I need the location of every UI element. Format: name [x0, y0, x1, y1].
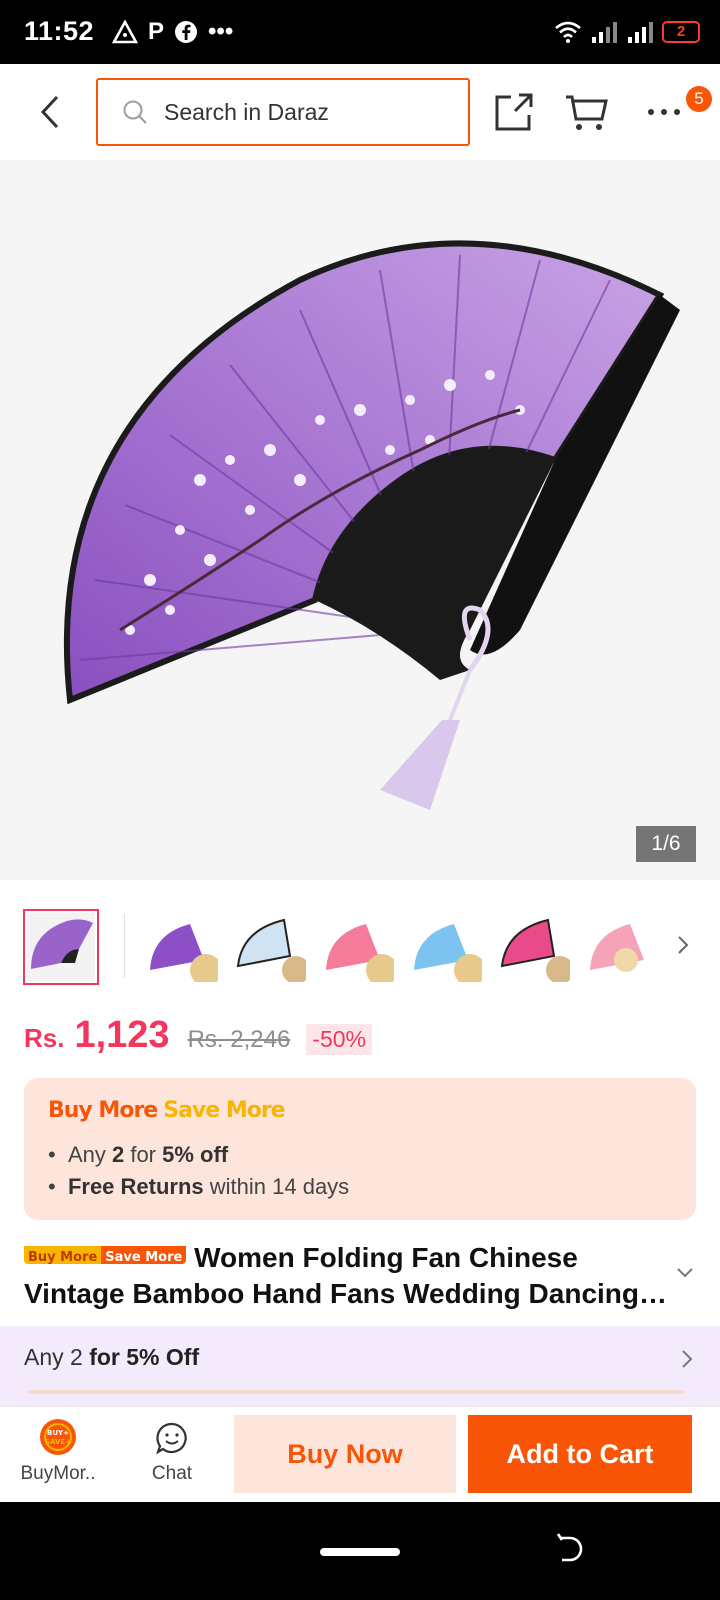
status-time: 11:52: [24, 16, 95, 46]
home-gesture-pill[interactable]: [320, 1548, 400, 1556]
chat-button[interactable]: Chat: [122, 1415, 222, 1495]
battery-indicator: 2: [662, 21, 700, 43]
thumbnail-fan-image: [498, 910, 570, 982]
expand-title-button[interactable]: [676, 1266, 694, 1284]
back-button[interactable]: [28, 86, 72, 138]
thumbnail-strip: [0, 900, 720, 996]
original-price: Rs. 2,246: [187, 1026, 291, 1053]
deal-text-pre: Any 2: [24, 1344, 90, 1370]
discount-badge: -50%: [306, 1024, 372, 1055]
signal-icon-2: [628, 22, 653, 43]
chat-icon: [156, 1422, 187, 1455]
promo-title: Buy More Save More: [48, 1098, 286, 1123]
product-title-row[interactable]: Buy More Save More Women Folding Fan Chin…: [24, 1240, 668, 1320]
search-input[interactable]: Search in Daraz: [96, 78, 470, 146]
thumbnail-item[interactable]: [234, 910, 306, 982]
chevron-right-icon: [682, 1350, 693, 1368]
add-to-cart-button[interactable]: Add to Cart: [468, 1415, 692, 1493]
thumbnail-item[interactable]: [498, 910, 570, 982]
product-title: Buy More Save More Women Folding Fan Chin…: [24, 1240, 668, 1312]
status-bar: 11:52 P ••• 2: [0, 0, 720, 64]
thumbnail-fan-image: [322, 910, 394, 982]
thumbnail-fan-image: [410, 910, 482, 982]
deal-text-bold: for 5% Off: [89, 1344, 200, 1370]
chevron-down-icon: [677, 1268, 693, 1278]
system-navigation-bar: [0, 1502, 720, 1600]
buymore-label: BuyMor..: [20, 1463, 96, 1484]
thumbnail-fan-image: [146, 910, 218, 982]
badge-buy-more: Buy More: [24, 1246, 102, 1264]
status-notification-icons: P •••: [112, 16, 233, 48]
promo-line1-num: 2: [111, 1142, 125, 1167]
facebook-icon: [175, 21, 198, 43]
promo-line-discount: • Any 2 for 5% off: [48, 1142, 229, 1167]
thumbnail-item[interactable]: [23, 909, 99, 985]
deal-progress-line: [28, 1390, 684, 1394]
more-horizontal-icon: [648, 109, 680, 115]
thumbnail-divider: [124, 914, 125, 978]
chevron-left-icon: [40, 95, 59, 129]
search-placeholder: Search in Daraz: [164, 98, 329, 125]
promo-title-buy-more: Buy More: [48, 1098, 158, 1123]
deal-row[interactable]: Any 2 for 5% Off: [0, 1326, 720, 1406]
back-gesture-icon: [556, 1533, 583, 1562]
thumbnail-item[interactable]: [146, 910, 218, 982]
buy-more-promo[interactable]: Buy More Save More • Any 2 for 5% off • F…: [24, 1078, 696, 1220]
promo-line2-rest: within 14 days: [203, 1174, 350, 1199]
price-row: Rs. 1,123 Rs. 2,246 -50%: [24, 1014, 372, 1070]
thumbnail-item[interactable]: [586, 910, 650, 982]
buy-more-save-more-badge: Buy More Save More: [24, 1240, 187, 1264]
chevron-right-icon: [678, 936, 689, 954]
top-header: Search in Daraz: [0, 64, 720, 160]
thumbnail-fan-image: [586, 910, 650, 982]
cart-icon: [566, 95, 608, 130]
product-image[interactable]: [0, 160, 720, 880]
p-app-icon: P: [148, 18, 165, 45]
thumbnail-next-button[interactable]: [676, 934, 690, 961]
more-button[interactable]: [640, 88, 688, 136]
promo-title-save-more: Save More: [163, 1098, 285, 1123]
promo-line1-bold: 5% off: [162, 1142, 229, 1167]
promo-line2-bold: Free Returns: [67, 1174, 204, 1199]
thumbnail-fan-image: [234, 910, 306, 982]
buymore-icon-top: BUY+: [47, 1429, 69, 1437]
promo-line1-mid: for: [124, 1142, 163, 1167]
thumbnail-item[interactable]: [410, 910, 482, 982]
buy-more-save-more-icon: BUY+ SAVE+: [40, 1419, 76, 1455]
promo-line1-pre: Any: [67, 1142, 112, 1167]
deal-text: Any 2 for 5% Off: [24, 1344, 199, 1371]
system-back-button[interactable]: [556, 1532, 586, 1571]
price-currency: Rs.: [24, 1023, 65, 1053]
buymore-icon-bottom: SAVE+: [45, 1438, 71, 1446]
thumbnail-item[interactable]: [322, 910, 394, 982]
buy-now-button[interactable]: Buy Now: [234, 1415, 456, 1493]
buymore-button[interactable]: BUY+ SAVE+ BuyMor..: [8, 1415, 108, 1495]
badge-save-more: Save More: [101, 1246, 187, 1264]
thumbnail-fan-image: [27, 913, 95, 981]
wifi-icon: [555, 21, 581, 43]
chat-label: Chat: [151, 1463, 193, 1484]
search-icon: [123, 100, 147, 124]
share-icon: [495, 93, 533, 131]
bottom-action-bar: BUY+ SAVE+ BuyMor.. Chat Buy Now Add to …: [0, 1406, 720, 1502]
cart-button[interactable]: [562, 88, 610, 136]
folding-fan-image: [64, 240, 680, 810]
share-button[interactable]: [490, 88, 538, 136]
warning-triangle-icon: [112, 20, 138, 44]
notification-badge: 5: [686, 86, 712, 112]
signal-icon: [592, 22, 617, 43]
status-system-icons: 2: [554, 18, 700, 46]
current-price: 1,123: [74, 1014, 170, 1056]
more-dots-icon: •••: [208, 18, 234, 45]
promo-line-returns: • Free Returns within 14 days: [48, 1174, 350, 1199]
image-counter: 1/6: [636, 826, 696, 862]
deal-chevron: [680, 1348, 694, 1375]
